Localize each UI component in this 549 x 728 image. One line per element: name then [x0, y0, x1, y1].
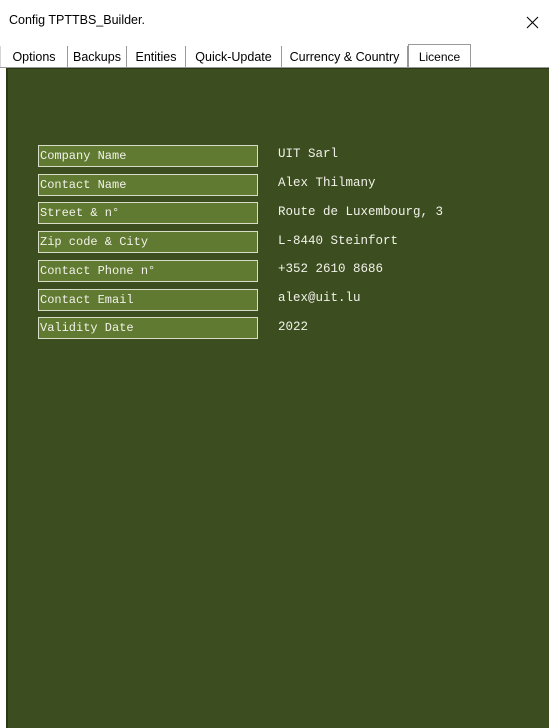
- tab-licence[interactable]: Licence: [408, 44, 471, 69]
- tab-currency-country[interactable]: Currency & Country: [281, 46, 408, 68]
- street-value: Route de Luxembourg, 3: [278, 205, 444, 219]
- tab-backups[interactable]: Backups: [67, 46, 126, 68]
- licence-panel: Company Name UIT Sarl Contact Name Alex …: [6, 68, 549, 728]
- validity-date-value: 2022: [278, 320, 309, 334]
- street-label: Street & n°: [38, 202, 258, 224]
- tab-backups-label: Backups: [73, 50, 121, 64]
- close-icon: [526, 16, 538, 28]
- tab-options-label: Options: [12, 50, 56, 64]
- window-title: Config TPTTBS_Builder.: [9, 13, 145, 27]
- zip-city-value: L-8440 Steinfort: [278, 234, 399, 248]
- tab-entities[interactable]: Entities: [126, 46, 185, 68]
- tab-currency-country-label: Currency & Country: [289, 50, 400, 64]
- zip-city-label: Zip code & City: [38, 231, 258, 253]
- company-name-value: UIT Sarl: [278, 147, 339, 161]
- contact-name-label: Contact Name: [38, 174, 258, 196]
- contact-phone-label: Contact Phone n°: [38, 260, 258, 282]
- title-bar: Config TPTTBS_Builder.: [0, 0, 549, 42]
- tab-strip: Options Backups Entities Quick-Update Cu…: [0, 42, 549, 69]
- tab-licence-label: Licence: [418, 50, 461, 64]
- tab-quick-update-label: Quick-Update: [195, 50, 272, 64]
- close-button[interactable]: [515, 8, 549, 36]
- tab-options[interactable]: Options: [0, 46, 67, 68]
- validity-date-label: Validity Date: [38, 317, 258, 339]
- contact-phone-value: +352 2610 8686: [278, 262, 384, 276]
- contact-email-value: alex@uit.lu: [278, 291, 361, 305]
- config-dialog: Config TPTTBS_Builder. Options Backups E…: [0, 0, 549, 728]
- tab-entities-label: Entities: [135, 50, 177, 64]
- tab-quick-update[interactable]: Quick-Update: [185, 46, 281, 68]
- contact-email-label: Contact Email: [38, 289, 258, 311]
- contact-name-value: Alex Thilmany: [278, 176, 376, 190]
- company-name-label: Company Name: [38, 145, 258, 167]
